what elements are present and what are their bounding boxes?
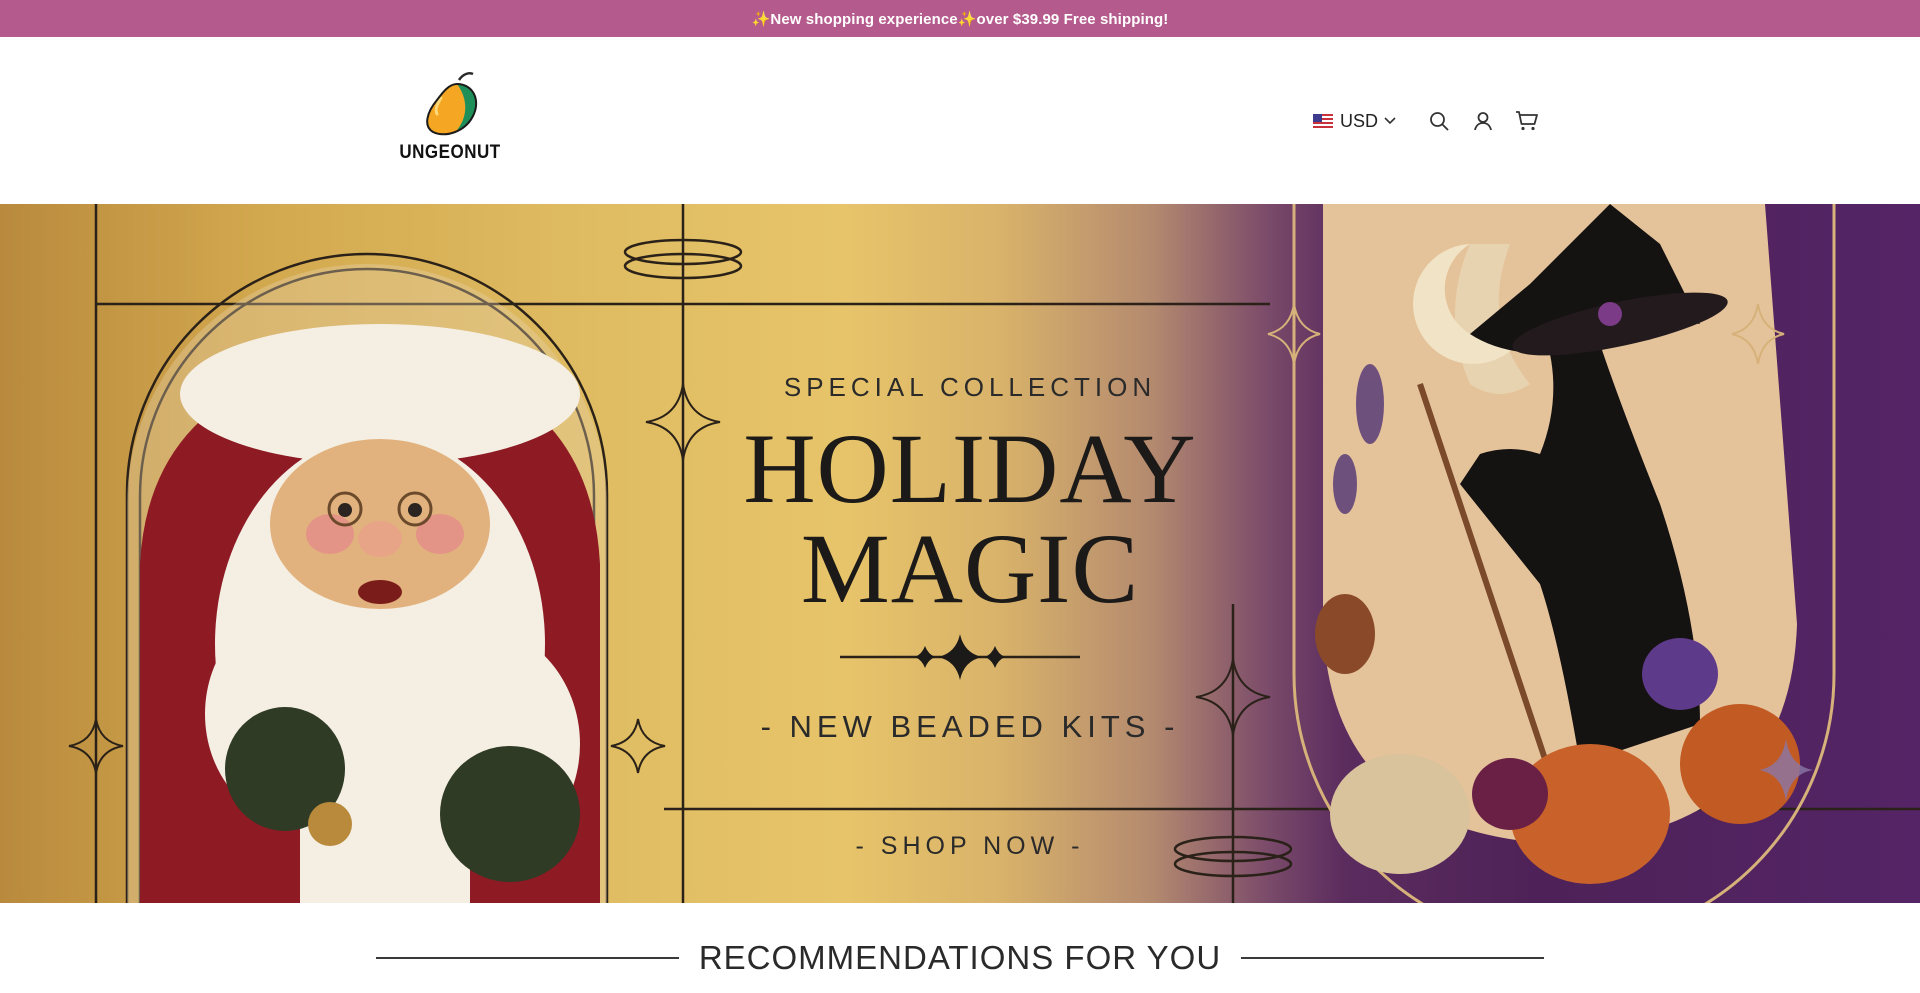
mango-logo-icon (426, 72, 478, 136)
hero-headline-line1: HOLIDAY (743, 413, 1197, 524)
cart-button[interactable] (1514, 108, 1540, 134)
hero-eyebrow: SPECIAL COLLECTION (783, 372, 1157, 402)
announcement-bar: ✨New shopping experience✨over $39.99 Fre… (0, 0, 1920, 37)
chevron-down-icon (1384, 117, 1396, 125)
search-button[interactable] (1426, 108, 1452, 134)
recommendations-title: RECOMMENDATIONS FOR YOU (698, 939, 1222, 976)
currency-selector[interactable]: USD (1313, 111, 1396, 132)
site-header: UNGEONUT USD (0, 37, 1920, 204)
header-tools: USD (1313, 105, 1540, 137)
hero-subheadline: - NEW BEADED KITS - (760, 709, 1180, 744)
account-button[interactable] (1470, 108, 1496, 134)
announcement-text: ✨New shopping experience✨over $39.99 Fre… (751, 10, 1169, 28)
shop-now-link[interactable]: - SHOP NOW - (700, 832, 1240, 861)
hero-headline: HOLIDAY MAGIC (700, 419, 1240, 619)
cart-icon (1516, 111, 1538, 131)
currency-code: USD (1340, 110, 1379, 131)
divider-right (1241, 957, 1544, 959)
logo-wordmark: UNGEONUT (399, 140, 501, 163)
account-icon (1474, 112, 1492, 131)
us-flag-icon (1313, 114, 1333, 128)
logo[interactable]: UNGEONUT (399, 70, 500, 170)
hero-banner[interactable]: SPECIAL COLLECTION HOLIDAY MAGIC - NEW B… (0, 204, 1920, 903)
divider-left (376, 957, 679, 959)
search-icon (1430, 112, 1449, 131)
recommendations-header: RECOMMENDATIONS FOR YOU (376, 933, 1544, 983)
hero-headline-line2: MAGIC (800, 513, 1140, 624)
